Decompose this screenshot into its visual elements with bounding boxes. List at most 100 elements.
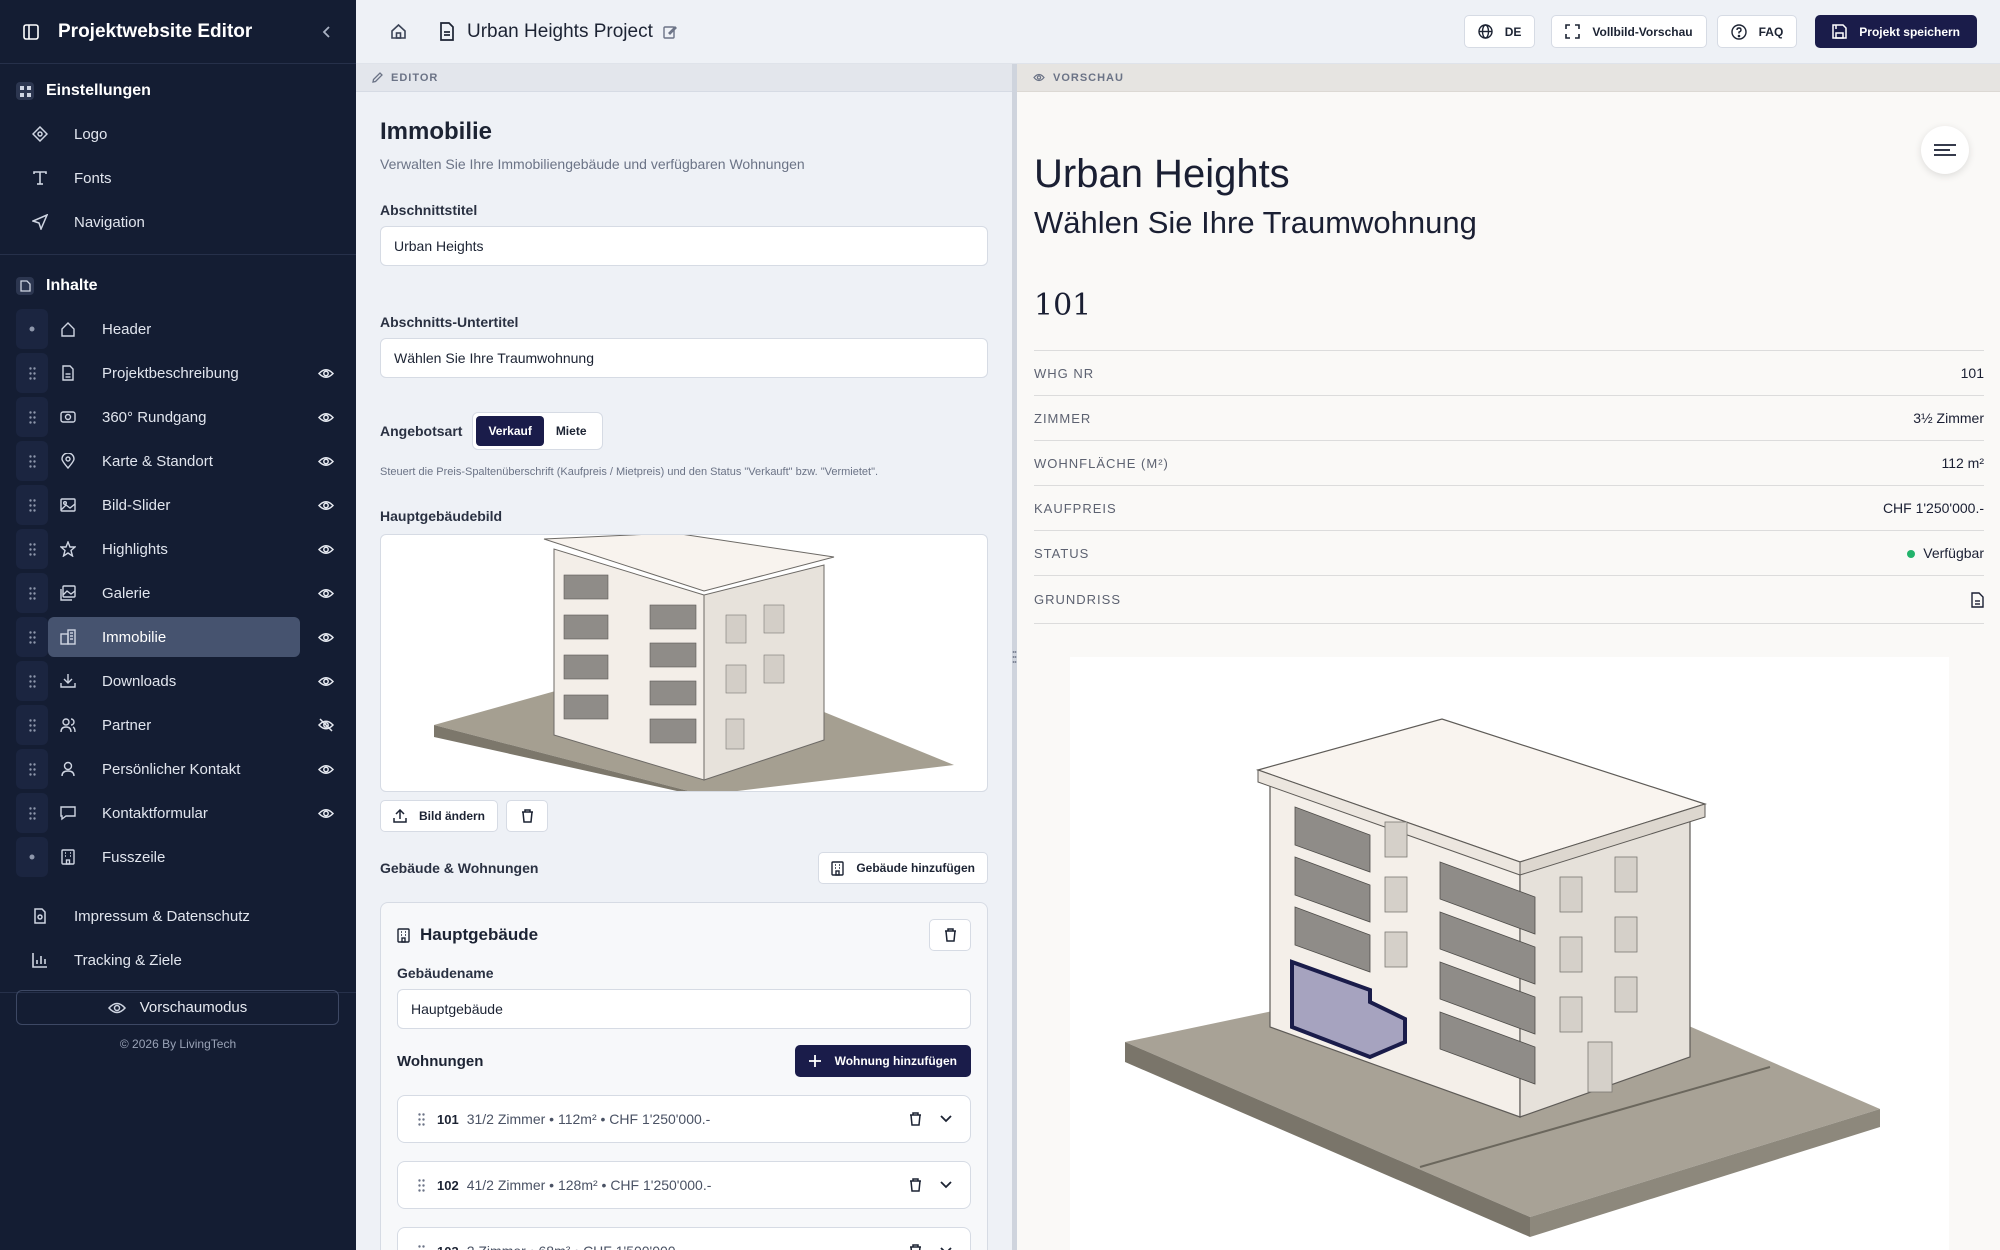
apartment-row[interactable]: 103 2 Zimmer • 68m² • CHF 1'500'000.- [397,1227,971,1250]
section-subtitle-input[interactable]: Wählen Sie Ihre Traumwohnung [380,338,988,378]
sidebar-item-tracking[interactable]: Tracking & Ziele [0,938,356,982]
preview-mode-button[interactable]: Vorschaumodus [16,990,339,1025]
sidebar-item-body[interactable]: Immobilie [48,617,300,657]
save-project-button[interactable]: Projekt speichern [1815,15,1977,48]
eye-icon[interactable] [312,544,340,555]
sidebar-item-kontaktformular[interactable]: Kontaktformular [0,791,356,835]
sidebar-item-logo[interactable]: Logo [0,112,356,156]
group-content: Inhalte [0,265,356,307]
drag-handle-icon[interactable] [16,573,48,613]
apartment-row[interactable]: 102 41/2 Zimmer • 128m² • CHF 1'250'000.- [397,1161,971,1209]
sidebar-item-downloads[interactable]: Downloads [0,659,356,703]
sidebar-item-body[interactable]: Highlights [48,529,300,569]
drag-handle-icon[interactable] [16,353,48,393]
sidebar-item-galerie[interactable]: Galerie [0,571,356,615]
settings-group-icon [16,82,34,100]
sidebar-item-fusszeile[interactable]: Fusszeile [0,835,356,879]
change-image-label: Bild ändern [419,809,486,823]
delete-building-button[interactable] [929,919,971,951]
chevron-down-icon[interactable] [940,1115,952,1123]
sidebar-item-label: Impressum & Datenschutz [74,907,250,925]
sidebar-item-body[interactable]: Downloads [48,661,300,701]
sidebar-item-highlights[interactable]: Highlights [0,527,356,571]
eye-icon[interactable] [312,412,340,423]
app-root: Projektwebsite Editor Einstellungen Logo… [0,0,2000,1250]
preview-title: Urban Heights [1034,152,1290,196]
sidebar-item-projektbeschreibung[interactable]: Projektbeschreibung [0,351,356,395]
sidebar-item-karte-standort[interactable]: Karte & Standort [0,439,356,483]
sidebar-item-header[interactable]: Header [0,307,356,351]
sidebar-item-body[interactable]: Persönlicher Kontakt [48,749,300,789]
drag-handle-icon[interactable] [16,441,48,481]
sidebar-item-body[interactable]: Projektbeschreibung [48,353,300,393]
trash-icon[interactable] [909,1178,922,1192]
trash-icon[interactable] [909,1112,922,1126]
eye-icon[interactable] [312,368,340,379]
change-image-button[interactable]: Bild ändern [380,800,499,832]
menu-button[interactable] [1921,126,1969,174]
offer-sale-option[interactable]: Verkauf [476,416,544,446]
sidebar-item-body[interactable]: Bild-Slider [48,485,300,525]
trash-icon[interactable] [909,1244,922,1250]
drag-handle-icon[interactable] [16,397,48,437]
sidebar-item-immobilie[interactable]: Immobilie [0,615,356,659]
image-icon [60,497,80,513]
sidebar-item-persönlicher-kontakt[interactable]: Persönlicher Kontakt [0,747,356,791]
eye-icon[interactable] [312,676,340,687]
drag-handle-icon[interactable] [16,485,48,525]
detail-value: CHF 1'250'000.- [1882,500,1984,516]
eye-off-icon[interactable] [312,718,340,732]
sidebar-item-360-rundgang[interactable]: 360° Rundgang [0,395,356,439]
sidebar-item-fonts[interactable]: Fonts [0,156,356,200]
drag-handle-icon[interactable] [418,1244,425,1250]
sidebar-toggle-icon[interactable] [22,23,40,41]
drag-handle-icon[interactable] [16,529,48,569]
buildings-row: Gebäude & Wohnungen Gebäude hinzufügen [380,852,988,884]
sidebar-item-body[interactable]: Partner [48,705,300,745]
delete-image-button[interactable] [506,800,549,832]
add-building-button[interactable]: Gebäude hinzufügen [818,852,988,884]
detail-row: ZIMMER 3½ Zimmer [1034,396,1984,441]
add-apartment-button[interactable]: Wohnung hinzufügen [794,1045,971,1077]
drag-handle-icon[interactable] [16,749,48,789]
eye-icon[interactable] [312,808,340,819]
collapse-chevron-icon[interactable] [320,25,334,39]
section-title-input[interactable]: Urban Heights [380,226,988,266]
home-icon[interactable] [390,23,407,40]
eye-icon[interactable] [312,632,340,643]
sidebar-item-body[interactable]: Karte & Standort [48,441,300,481]
sidebar-item-body[interactable]: Fusszeile [48,837,300,877]
sidebar-item-body[interactable]: Galerie [48,573,300,613]
detail-key: ZIMMER [1034,410,1092,426]
floorplan-document-icon[interactable] [1971,591,1984,608]
sidebar-item-bild-slider[interactable]: Bild-Slider [0,483,356,527]
detail-row: STATUS Verfügbar [1034,531,1984,576]
drag-handle-icon[interactable] [16,661,48,701]
drag-handle-icon[interactable] [16,793,48,833]
drag-handle-icon[interactable] [418,1178,425,1192]
eye-icon[interactable] [312,588,340,599]
apartment-row[interactable]: 101 31/2 Zimmer • 112m² • CHF 1'250'000.- [397,1095,971,1143]
faq-button[interactable]: FAQ [1716,15,1798,48]
detail-value: 3½ Zimmer [1913,410,1984,426]
sidebar-item-navigation[interactable]: Navigation [0,200,356,244]
sidebar-item-impressum[interactable]: Impressum & Datenschutz [0,894,356,938]
drag-handle-icon[interactable] [16,617,48,657]
sidebar-item-body[interactable]: Kontaktformular [48,793,300,833]
apartment-summary: 31/2 Zimmer • 112m² • CHF 1'250'000.- [466,1111,711,1127]
building-card-title: Hauptgebäude [397,925,538,945]
drag-handle-icon[interactable] [16,705,48,745]
chevron-down-icon[interactable] [940,1181,952,1189]
edit-title-icon[interactable] [663,25,677,39]
sidebar-item-partner[interactable]: Partner [0,703,356,747]
sidebar-item-body[interactable]: Header [48,309,300,349]
building-name-input[interactable]: Hauptgebäude [397,989,971,1029]
eye-icon[interactable] [312,456,340,467]
language-button[interactable]: DE [1463,15,1536,48]
sidebar-item-body[interactable]: 360° Rundgang [48,397,300,437]
drag-handle-icon[interactable] [418,1112,425,1126]
eye-icon[interactable] [312,764,340,775]
offer-rent-option[interactable]: Miete [544,416,599,446]
fullscreen-preview-button[interactable]: Vollbild-Vorschau [1551,15,1707,48]
eye-icon[interactable] [312,500,340,511]
